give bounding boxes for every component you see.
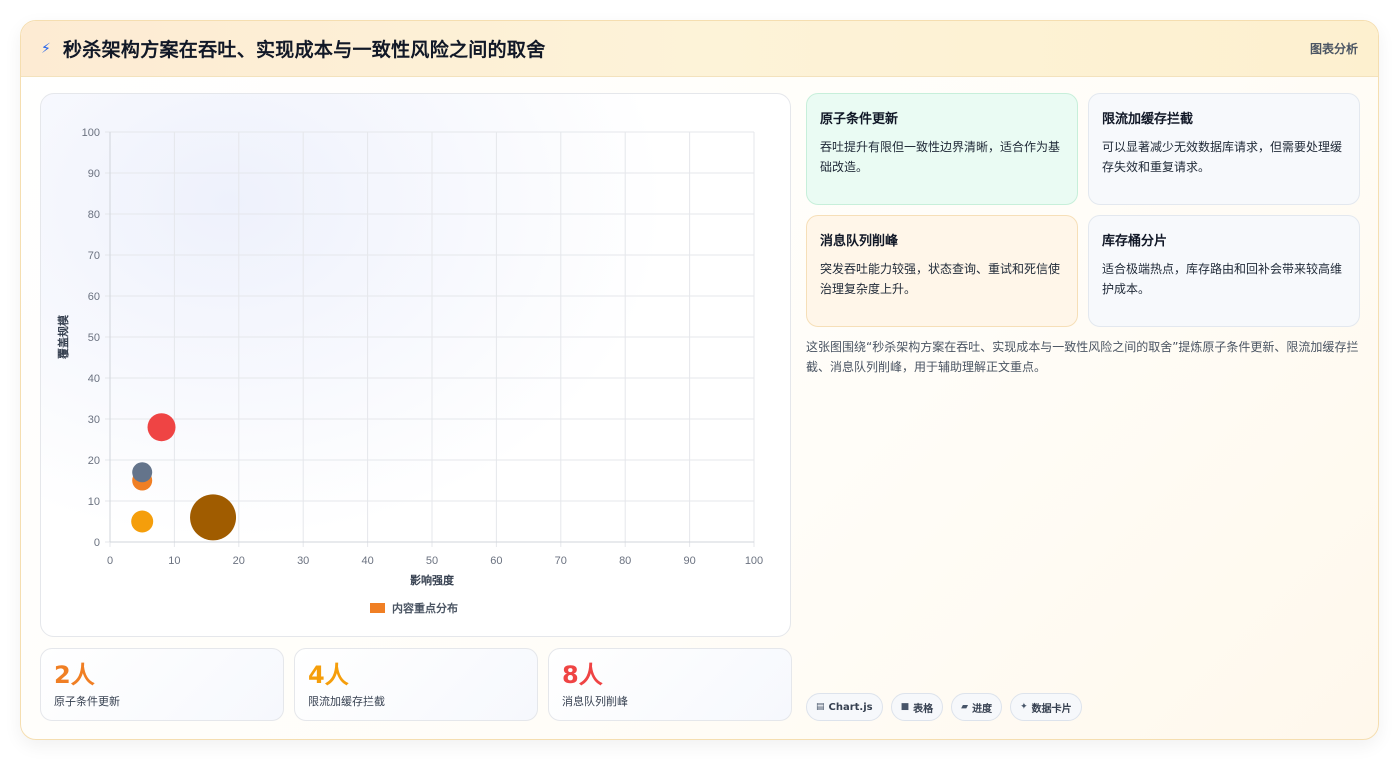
card-icon: ✦ bbox=[1020, 702, 1028, 712]
progress-icon: ▰ bbox=[961, 702, 969, 712]
x-tick-label: 50 bbox=[426, 555, 438, 567]
legend-label: 内容重点分布 bbox=[392, 601, 458, 615]
y-tick-label: 50 bbox=[88, 332, 100, 344]
y-tick-label: 60 bbox=[88, 291, 100, 303]
x-axis-title: 影响强度 bbox=[410, 573, 455, 587]
x-tick-label: 70 bbox=[555, 555, 567, 567]
y-tick-label: 90 bbox=[88, 168, 100, 180]
chip-label: 表格 bbox=[913, 703, 934, 715]
tech-chips: ▤ Chart.js ■ 表格 ▰ 进度 ✦ 数据卡片 bbox=[806, 693, 1082, 721]
info-card-title: 消息队列削峰 bbox=[820, 234, 899, 249]
info-card-atomic-update: 原子条件更新 吞吐提升有限但一致性边界清晰，适合作为基础改造。 bbox=[806, 93, 1078, 205]
chip-progress[interactable]: ▰ 进度 bbox=[951, 693, 1003, 721]
legend-swatch bbox=[370, 603, 385, 613]
x-tick-label: 30 bbox=[297, 555, 309, 567]
stat-label: 原子条件更新 bbox=[54, 695, 120, 708]
info-card-body: 可以显著减少无效数据库请求，但需要处理缓存失效和重复请求。 bbox=[1102, 140, 1343, 174]
data-point bbox=[147, 413, 176, 442]
stat-card-3: 8人 消息队列削峰 bbox=[548, 648, 792, 721]
info-card-title: 库存桶分片 bbox=[1102, 234, 1168, 249]
info-card-title: 原子条件更新 bbox=[820, 112, 899, 127]
chart-icon: ▤ bbox=[816, 702, 825, 712]
chip-chartjs[interactable]: ▤ Chart.js bbox=[806, 693, 883, 721]
table-icon: ■ bbox=[900, 702, 910, 712]
x-tick-label: 80 bbox=[619, 555, 631, 567]
title-wrap: ⚡ 秒杀架构方案在吞吐、实现成本与一致性风险之间的取舍 bbox=[41, 35, 546, 62]
chart-card: ⚡ 秒杀架构方案在吞吐、实现成本与一致性风险之间的取舍 图表分析 0 10 20 30… bbox=[20, 20, 1379, 740]
info-card-title: 限流加缓存拦截 bbox=[1102, 112, 1194, 127]
x-tick-label: 0 bbox=[107, 555, 113, 567]
chip-label: Chart.js bbox=[828, 701, 873, 713]
x-tick-label: 20 bbox=[233, 555, 245, 567]
y-axis-title: 覆盖规模 bbox=[56, 314, 70, 359]
data-point bbox=[131, 510, 154, 533]
info-card-rate-limit-cache: 限流加缓存拦截 可以显著减少无效数据库请求，但需要处理缓存失效和重复请求。 bbox=[1088, 93, 1360, 205]
chip-data-card[interactable]: ✦ 数据卡片 bbox=[1010, 693, 1082, 721]
y-tick-label: 80 bbox=[88, 209, 100, 221]
info-card-body: 适合极端热点，库存路由和回补会带来较高维护成本。 bbox=[1102, 262, 1343, 296]
stat-card-1: 2人 原子条件更新 bbox=[40, 648, 284, 721]
y-tick-label: 20 bbox=[88, 455, 100, 467]
stat-value: 8人 bbox=[562, 661, 603, 689]
lightning-icon: ⚡ bbox=[41, 40, 51, 57]
y-tick-label: 30 bbox=[88, 414, 100, 426]
info-card-body: 突发吞吐能力较强，状态查询、重试和死信使治理复杂度上升。 bbox=[820, 262, 1061, 296]
y-tick-label: 70 bbox=[88, 250, 100, 262]
chip-label: 进度 bbox=[972, 703, 993, 715]
x-tick-label: 60 bbox=[490, 555, 502, 567]
chart-analysis-tag: 图表分析 bbox=[1309, 42, 1358, 56]
x-tick-label: 90 bbox=[683, 555, 695, 567]
x-tick-label: 40 bbox=[361, 555, 373, 567]
x-tick-label: 100 bbox=[745, 555, 763, 567]
stat-label: 限流加缓存拦截 bbox=[308, 695, 385, 708]
summary-text: 这张图围绕“秒杀架构方案在吞吐、实现成本与一致性风险之间的取舍”提炼原子条件更新… bbox=[806, 340, 1359, 374]
stat-card-2: 4人 限流加缓存拦截 bbox=[294, 648, 538, 721]
chip-table[interactable]: ■ 表格 bbox=[890, 693, 944, 721]
chart-panel: 0 10 20 30 40 50 60 70 80 90 100 0 10 20 30 40 50 60 70 80 9… bbox=[40, 93, 791, 637]
y-tick-label: 0 bbox=[94, 537, 100, 549]
card-header: ⚡ 秒杀架构方案在吞吐、实现成本与一致性风险之间的取舍 图表分析 bbox=[21, 21, 1378, 77]
stat-value: 4人 bbox=[308, 661, 349, 689]
y-tick-label: 40 bbox=[88, 373, 100, 385]
scatter-chart: 0 10 20 30 40 50 60 70 80 90 100 0 10 20 30 40 50 60 70 80 9… bbox=[56, 127, 763, 615]
chip-label: 数据卡片 bbox=[1031, 703, 1072, 715]
y-tick-label: 10 bbox=[88, 496, 100, 508]
stat-value: 2人 bbox=[54, 661, 95, 689]
y-tick-label: 100 bbox=[82, 127, 100, 139]
info-card-body: 吞吐提升有限但一致性边界清晰，适合作为基础改造。 bbox=[820, 140, 1061, 174]
stat-label: 消息队列削峰 bbox=[562, 695, 628, 708]
data-point bbox=[132, 462, 153, 483]
info-card-message-queue: 消息队列削峰 突发吞吐能力较强，状态查询、重试和死信使治理复杂度上升。 bbox=[806, 215, 1078, 327]
x-tick-label: 10 bbox=[168, 555, 180, 567]
data-point bbox=[190, 494, 237, 541]
info-card-inventory-sharding: 库存桶分片 适合极端热点，库存路由和回补会带来较高维护成本。 bbox=[1088, 215, 1360, 327]
page-title: 秒杀架构方案在吞吐、实现成本与一致性风险之间的取舍 bbox=[63, 39, 546, 61]
